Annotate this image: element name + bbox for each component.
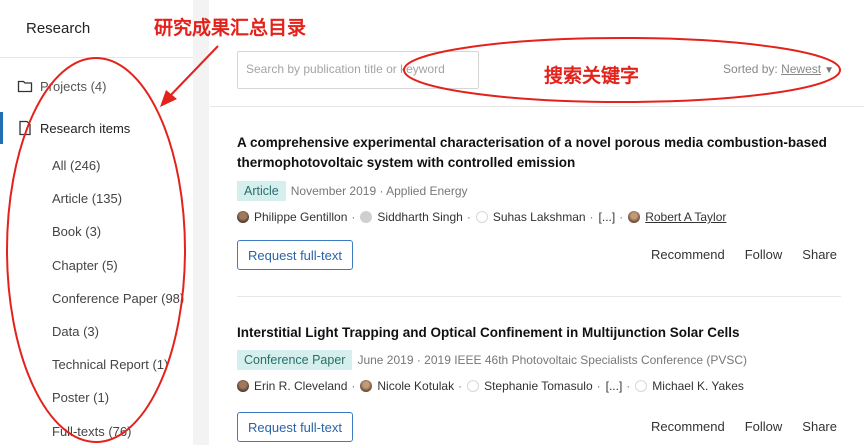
- filter-poster[interactable]: Poster (1): [52, 390, 109, 405]
- filter-conference-paper[interactable]: Conference Paper (98): [52, 291, 184, 306]
- author-name[interactable]: Erin R. Cleveland: [254, 379, 347, 393]
- search-input[interactable]: [238, 52, 471, 86]
- avatar: [360, 211, 373, 223]
- author-name[interactable]: Siddharth Singh: [377, 210, 462, 224]
- filter-article[interactable]: Article (135): [52, 191, 122, 206]
- avatar: [475, 211, 488, 223]
- sidebar-item-projects[interactable]: Projects (4): [0, 70, 196, 102]
- publication-actions: Recommend Follow Share: [651, 419, 837, 434]
- filter-technical-report[interactable]: Technical Report (1): [52, 357, 168, 372]
- sidebar-item-research-items[interactable]: Research items: [0, 112, 196, 144]
- recommend-button[interactable]: Recommend: [651, 247, 725, 262]
- author-name[interactable]: Suhas Lakshman: [493, 210, 586, 224]
- share-button[interactable]: Share: [802, 419, 837, 434]
- sort-dropdown[interactable]: Sorted by: Newest ▼: [723, 62, 834, 76]
- main-content: Sorted by: Newest▼ A comprehensive exper…: [210, 0, 864, 445]
- divider: [0, 57, 196, 58]
- author-list: Philippe Gentillon · Siddharth Singh · Suh…: [237, 210, 841, 224]
- sidebar-item-label: Research items: [40, 120, 131, 136]
- publication-actions: Recommend Follow Share: [651, 247, 837, 262]
- publication-meta: November 2019 · Applied Energy: [290, 184, 468, 198]
- sort-value[interactable]: Newest: [781, 62, 821, 76]
- more-authors[interactable]: [...]: [606, 379, 623, 393]
- avatar: [237, 211, 249, 223]
- divider: [210, 106, 864, 107]
- recommend-button[interactable]: Recommend: [651, 419, 725, 434]
- request-full-text-button[interactable]: Request full-text: [237, 412, 353, 442]
- annotation-catalog-label: 研究成果汇总目录: [154, 17, 307, 39]
- author-name[interactable]: Stephanie Tomasulo: [484, 379, 593, 393]
- publication-item: Interstitial Light Trapping and Optical …: [237, 323, 841, 393]
- follow-button[interactable]: Follow: [745, 247, 783, 262]
- request-full-text-button[interactable]: Request full-text: [237, 240, 353, 270]
- search-box: [237, 51, 479, 89]
- type-badge: Conference Paper: [237, 350, 353, 370]
- filter-chapter[interactable]: Chapter (5): [52, 258, 118, 273]
- sidebar-title: Research: [26, 20, 91, 37]
- filter-data[interactable]: Data (3): [52, 324, 99, 339]
- author-name[interactable]: Robert A Taylor: [645, 210, 726, 224]
- author-name[interactable]: Michael K. Yakes: [652, 379, 744, 393]
- more-authors[interactable]: [...]: [599, 210, 616, 224]
- filter-all[interactable]: All (246): [52, 158, 100, 173]
- type-badge: Article: [237, 181, 286, 201]
- annotation-keyword-label: 搜索关键字: [544, 65, 640, 87]
- publication-item: A comprehensive experimental characteris…: [237, 133, 841, 224]
- follow-button[interactable]: Follow: [745, 419, 783, 434]
- avatar: [635, 380, 648, 392]
- publication-meta: June 2019 · 2019 IEEE 46th Photovoltaic …: [357, 353, 748, 367]
- avatar: [628, 211, 641, 223]
- publication-title[interactable]: Interstitial Light Trapping and Optical …: [237, 323, 841, 343]
- author-name[interactable]: Nicole Kotulak: [377, 379, 454, 393]
- caret-down-icon: ▼: [824, 65, 834, 76]
- avatar: [360, 380, 373, 392]
- divider: [237, 296, 841, 297]
- author-list: Erin R. Cleveland · Nicole Kotulak · Steph…: [237, 379, 841, 393]
- publication-title[interactable]: A comprehensive experimental characteris…: [237, 133, 841, 173]
- sidebar: Research Projects (4) Research items All…: [0, 0, 196, 445]
- avatar: [467, 380, 480, 392]
- sidebar-gutter: [193, 0, 209, 445]
- avatar: [237, 380, 249, 392]
- document-icon: [19, 120, 31, 136]
- filter-full-texts[interactable]: Full-texts (76): [52, 424, 131, 439]
- folder-icon: [17, 80, 33, 93]
- sidebar-item-label: Projects (4): [40, 78, 107, 94]
- author-name[interactable]: Philippe Gentillon: [254, 210, 347, 224]
- share-button[interactable]: Share: [802, 247, 837, 262]
- sort-label: Sorted by:: [723, 62, 782, 76]
- filter-book[interactable]: Book (3): [52, 224, 101, 239]
